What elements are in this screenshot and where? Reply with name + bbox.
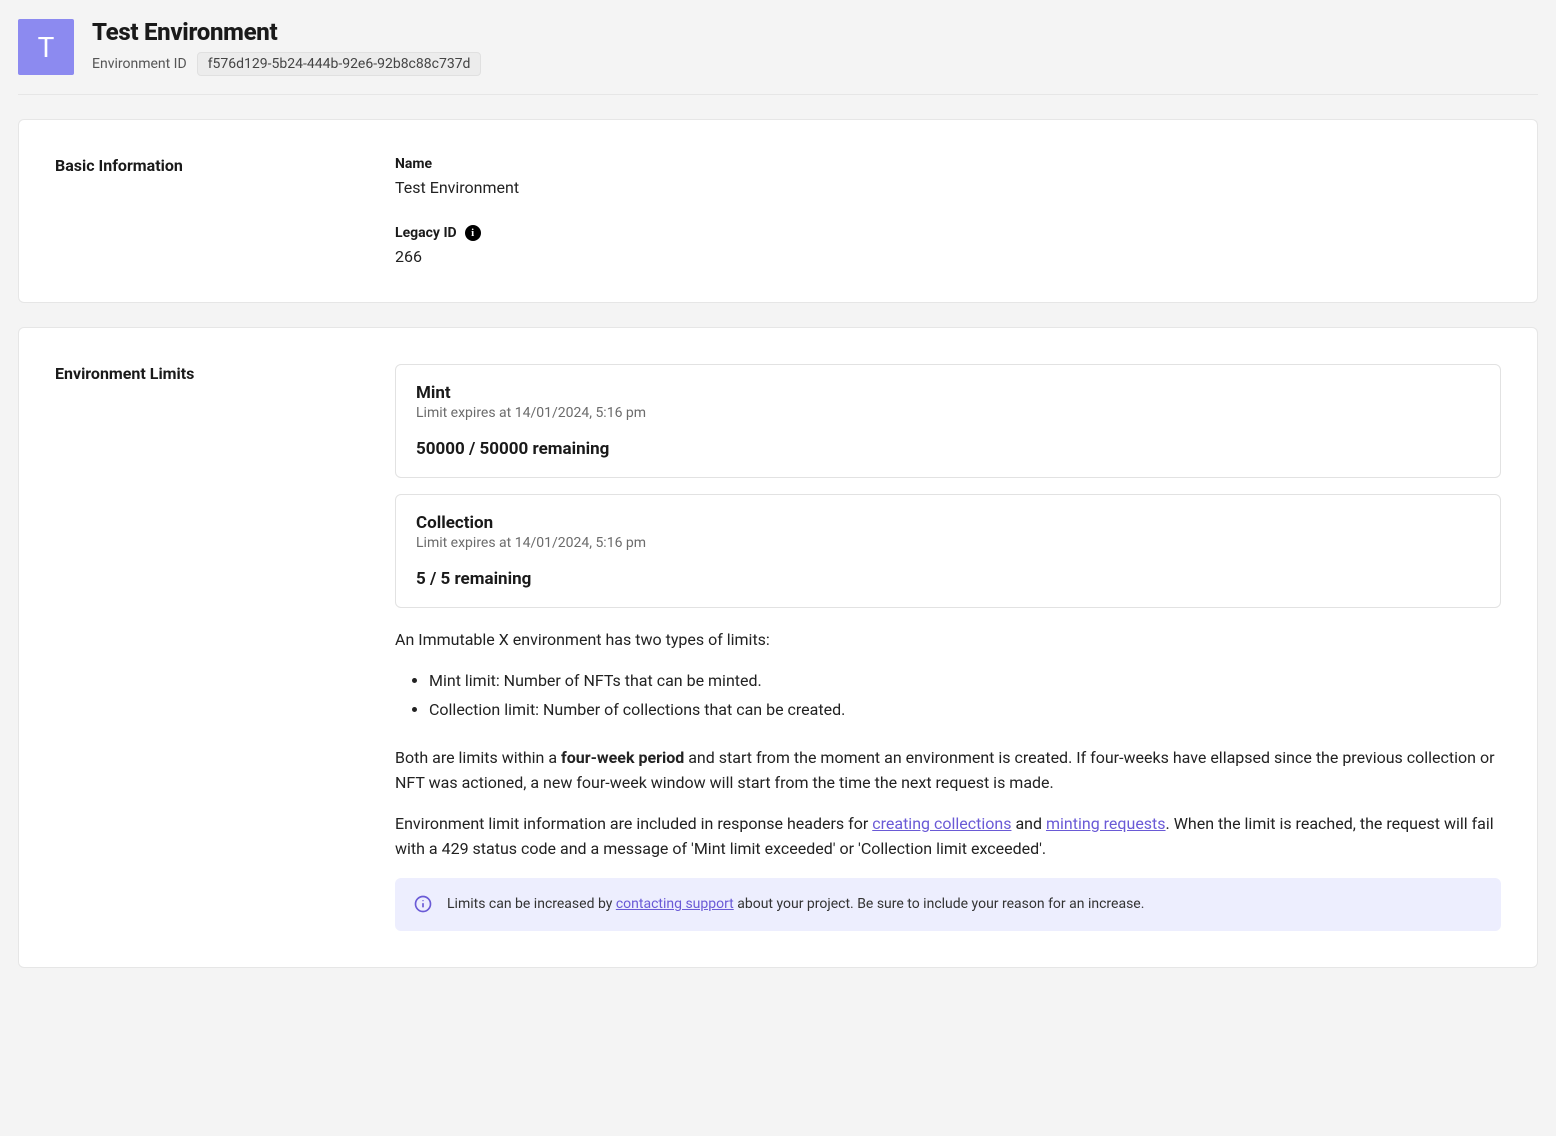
name-value: Test Environment [395,178,1501,197]
avatar: T [18,19,74,75]
creating-collections-link[interactable]: creating collections [872,814,1011,833]
bullet-collection: Collection limit: Number of collections … [429,698,1501,723]
increase-notice: Limits can be increased by contacting su… [395,878,1501,932]
env-id-chip[interactable]: f576d129-5b24-444b-92e6-92b8c88c737d [197,52,482,76]
collection-limit-box: Collection Limit expires at 14/01/2024, … [395,494,1501,608]
limits-description: An Immutable X environment has two types… [395,628,1501,931]
info-outline-icon [413,894,433,914]
minting-requests-link[interactable]: minting requests [1046,814,1166,833]
legacy-id-value: 266 [395,247,1501,266]
collection-limit-expires: Limit expires at 14/01/2024, 5:16 pm [416,535,1480,551]
desc-para2: Both are limits within a four-week perio… [395,746,1501,796]
mint-limit-expires: Limit expires at 14/01/2024, 5:16 pm [416,405,1480,421]
environment-limits-card: Environment Limits Mint Limit expires at… [18,327,1538,968]
environment-limits-title: Environment Limits [55,364,395,931]
basic-info-card: Basic Information Name Test Environment … [18,119,1538,303]
mint-limit-title: Mint [416,383,1480,403]
contacting-support-link[interactable]: contacting support [616,896,734,912]
basic-info-title: Basic Information [55,156,395,266]
env-id-label: Environment ID [92,56,187,72]
name-label: Name [395,156,432,172]
page-header: T Test Environment Environment ID f576d1… [18,18,1538,95]
bullet-mint: Mint limit: Number of NFTs that can be m… [429,669,1501,694]
page-title: Test Environment [92,18,481,46]
legacy-id-label: Legacy ID [395,225,457,241]
collection-limit-title: Collection [416,513,1480,533]
desc-para3: Environment limit information are includ… [395,812,1501,862]
desc-intro: An Immutable X environment has two types… [395,628,1501,653]
mint-limit-box: Mint Limit expires at 14/01/2024, 5:16 p… [395,364,1501,478]
info-icon[interactable]: i [465,225,481,241]
mint-limit-remaining: 50000 / 50000 remaining [416,439,1480,459]
collection-limit-remaining: 5 / 5 remaining [416,569,1480,589]
